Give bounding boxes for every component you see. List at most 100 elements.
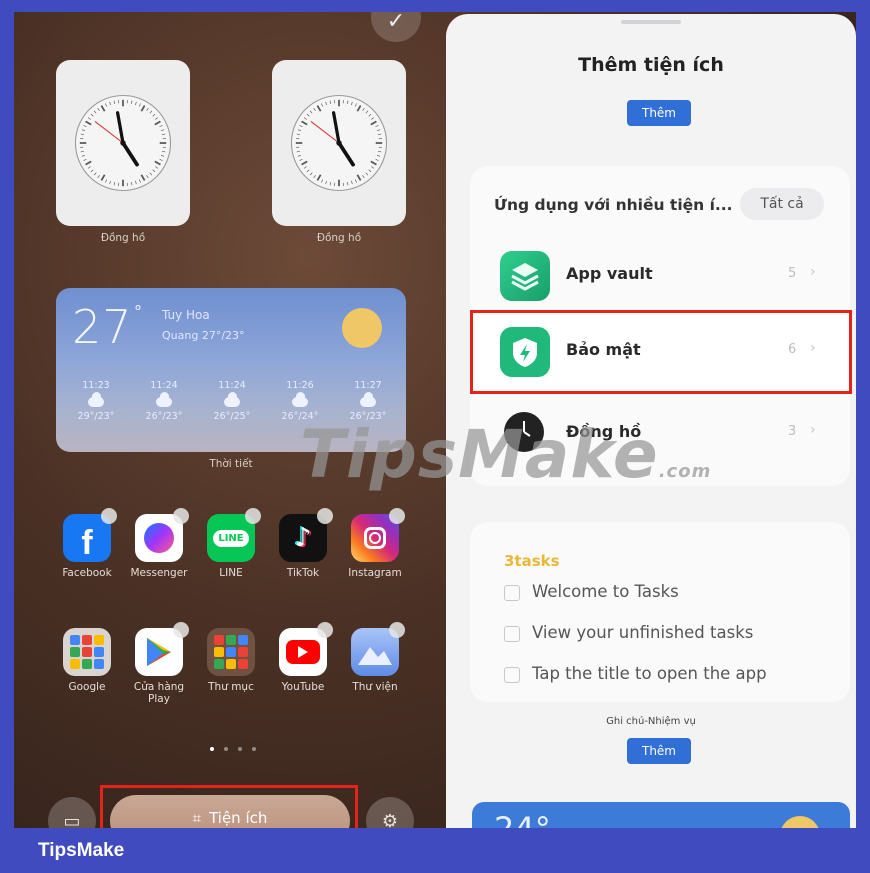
app-label: LINE [219, 567, 243, 579]
line-icon: LINE [207, 508, 261, 562]
task-item: Welcome to Tasks [504, 582, 679, 606]
preview-temp: 24° [494, 810, 551, 828]
tasks-widget-label: Ghi chú-Nhiệm vụ [606, 716, 696, 727]
app-instagram[interactable]: Instagram [341, 508, 409, 579]
app-gallery[interactable]: Thư viện [341, 622, 409, 693]
hour-time: 11:24 [150, 380, 178, 391]
chevron-right-icon: › [810, 264, 816, 280]
analog-clock-icon [74, 94, 172, 192]
hour-range: 29°/23° [77, 411, 115, 422]
checkbox-icon [504, 625, 520, 642]
watermark-suffix: .com [658, 461, 712, 482]
sun-icon [780, 816, 820, 828]
brand-logo: TipsMake [38, 840, 125, 861]
cloud-icon [88, 392, 104, 407]
weather-widget-preview[interactable]: 24° [472, 802, 850, 828]
cloud-icon [360, 392, 376, 407]
app-label: Messenger [130, 567, 188, 579]
task-text: View your unfinished tasks [532, 623, 754, 642]
hourly-forecast: 11:24 26°/23° [144, 380, 184, 422]
phone-frame: ✓ Đồng hồ Đồng hồ 27 ° Tuy Hoa Quang 27°… [0, 0, 870, 828]
group-title: Ứng dụng với nhiều tiện í... [494, 196, 733, 214]
weather-city: Tuy Hoa [162, 308, 210, 322]
hourly-forecast: 11:23 29°/23° [76, 380, 116, 422]
weather-range: Quang 27°/23° [162, 329, 245, 342]
row-count: 5 [788, 266, 797, 281]
checkbox-icon [504, 666, 520, 683]
footer-bar: TipsMake [0, 828, 870, 873]
clock-widget-1[interactable] [56, 60, 190, 226]
task-text: Welcome to Tasks [532, 582, 679, 601]
settings-button[interactable]: ⚙ [366, 797, 414, 828]
wallpaper-button[interactable]: ▭ [48, 797, 96, 828]
watermark: TipsMake.com [300, 416, 711, 493]
hour-time: 11:26 [286, 380, 314, 391]
app-label: Cửa hàng Play [133, 681, 185, 705]
hour-time: 11:24 [218, 380, 246, 391]
tasks-widget-title: 3tasks [504, 552, 560, 570]
task-text: Tap the title to open the app [532, 664, 767, 683]
hour-range: 26°/25° [213, 411, 251, 422]
hourly-forecast: 11:24 26°/25° [212, 380, 252, 422]
gear-icon: ⚙ [381, 810, 399, 829]
sun-icon [342, 308, 382, 348]
add-button[interactable]: Thêm [627, 100, 691, 126]
google-folder-icon [63, 628, 111, 676]
play-store-icon [135, 622, 189, 676]
app-label: YouTube [281, 681, 325, 693]
sheet-handle[interactable] [621, 20, 681, 24]
check-icon: ✓ [386, 12, 406, 34]
folder-icon [207, 628, 255, 676]
clock-widget-label: Đồng hồ [316, 232, 362, 244]
phone-screen: ✓ Đồng hồ Đồng hồ 27 ° Tuy Hoa Quang 27°… [14, 12, 856, 828]
page-indicator [205, 736, 261, 755]
app-label: Instagram [348, 567, 402, 579]
cloud-icon [292, 392, 308, 407]
watermark-text: TipsMake [300, 416, 659, 493]
hour-range: 26°/23° [145, 411, 183, 422]
app-tiktok[interactable]: ♪ TikTok [269, 508, 337, 579]
shield-icon [500, 327, 550, 377]
weather-degree: ° [134, 302, 142, 321]
add-tasks-widget-button[interactable]: Thêm [627, 738, 691, 764]
clock-widget-2[interactable] [272, 60, 406, 226]
row-label: Bảo mật [566, 340, 641, 359]
app-label: Thư viện [352, 681, 398, 693]
app-google-folder[interactable]: Google [53, 628, 121, 693]
tiktok-icon: ♪ [279, 508, 333, 562]
wallpaper-icon: ▭ [63, 810, 81, 829]
app-label: TikTok [286, 567, 320, 579]
app-label: Google [68, 681, 106, 693]
row-security[interactable]: Bảo mật 6 › [470, 318, 850, 384]
messenger-icon [135, 508, 189, 562]
app-label: Facebook [62, 567, 112, 579]
app-youtube[interactable]: YouTube [269, 622, 337, 693]
task-item: Tap the title to open the app [504, 664, 767, 688]
hour-time: 11:27 [354, 380, 382, 391]
app-facebook[interactable]: f Facebook [53, 508, 121, 579]
highlight-box-widgets [100, 785, 358, 828]
instagram-icon [351, 508, 405, 562]
app-label: Thư mục [208, 681, 254, 693]
app-folder[interactable]: Thư mục [197, 628, 265, 693]
app-line[interactable]: LINE LINE [197, 508, 265, 579]
chevron-right-icon: › [810, 340, 816, 356]
screenshot: ✓ Đồng hồ Đồng hồ 27 ° Tuy Hoa Quang 27°… [0, 0, 870, 873]
done-check-button[interactable]: ✓ [371, 12, 421, 42]
app-play-store[interactable]: Cửa hàng Play [125, 622, 193, 705]
app-messenger[interactable]: Messenger [125, 508, 193, 579]
youtube-icon [279, 622, 333, 676]
app-vault-icon [500, 251, 550, 301]
row-count: 3 [788, 424, 797, 439]
row-app-vault[interactable]: App vault 5 › [470, 242, 850, 308]
row-label: App vault [566, 264, 653, 283]
sheet-title: Thêm tiện ích [578, 54, 724, 76]
task-item: View your unfinished tasks [504, 623, 753, 647]
see-all-button[interactable]: Tất cả [740, 188, 824, 220]
row-count: 6 [788, 342, 797, 357]
chevron-right-icon: › [810, 422, 816, 438]
hour-time: 11:23 [82, 380, 110, 391]
cloud-icon [156, 392, 172, 407]
weather-temp: 27 [72, 300, 133, 354]
gallery-icon [351, 622, 405, 676]
